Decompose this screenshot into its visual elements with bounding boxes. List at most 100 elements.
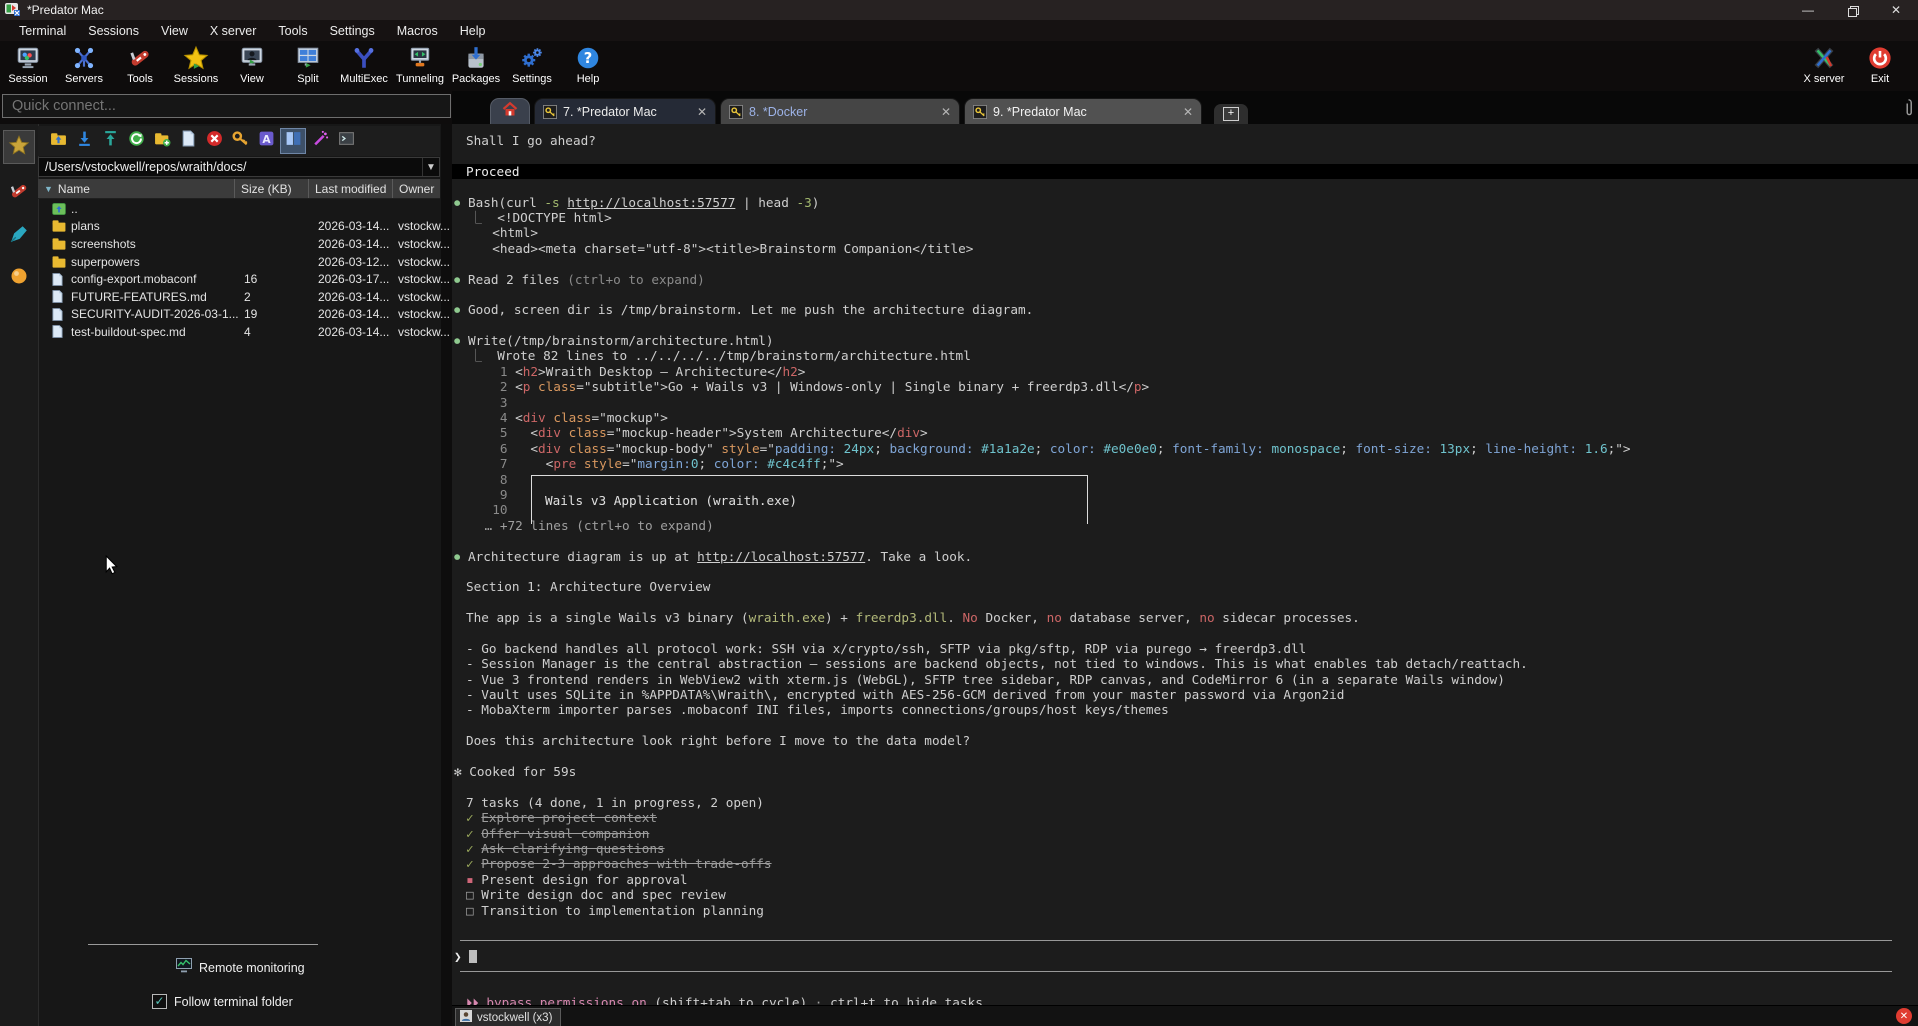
menu-item-tools[interactable]: Tools [267,20,318,41]
quick-connect-input[interactable] [2,94,451,118]
tab-close-icon[interactable]: ✕ [927,105,951,119]
wand-button[interactable] [308,129,332,153]
restore-icon [1848,6,1857,15]
file-row-test-buildout-spec-md[interactable]: test-buildout-spec.md42026-03-14...vstoc… [38,323,440,341]
toolbar-servers-button[interactable]: Servers [56,41,112,91]
file-size: 19 [244,307,257,321]
menu-item-macros[interactable]: Macros [386,20,449,41]
maximize-button[interactable] [1830,0,1874,20]
terminal-small-button[interactable] [334,129,358,153]
follow-terminal-folder-item[interactable]: ✓ Follow terminal folder [152,994,293,1009]
file-row-security-audit-2026-03-1-[interactable]: SECURITY-AUDIT-2026-03-1...192026-03-14.… [38,306,440,324]
sidebar-item-tools[interactable] [8,180,30,207]
toolbar-packages-button[interactable]: Packages [448,41,504,91]
terminal-line: ⏺ Architecture diagram is up at http://l… [452,549,1918,564]
file-row-config-export-mobaconf[interactable]: config-export.mobaconf162026-03-17...vst… [38,270,440,288]
paperclip-icon[interactable] [1903,98,1914,123]
file-size: 2 [244,290,251,304]
toolbar-exit-button[interactable]: Exit [1852,41,1908,91]
file-row-future-features-md[interactable]: FUTURE-FEATURES.md22026-03-14...vstockw.… [38,288,440,306]
terminal-line [452,287,1918,302]
file-row-screenshots[interactable]: screenshots2026-03-14...vstockw... [38,235,440,253]
toolbar-tools-button[interactable]: Tools [112,41,168,91]
tab-8-docker[interactable]: 8. *Docker✕ [720,98,960,124]
tab-9-predator-mac[interactable]: 9. *Predator Mac✕ [964,98,1202,124]
file-row--[interactable]: .. [38,200,440,218]
refresh-button[interactable] [124,129,148,153]
tab-7-predator-mac[interactable]: 7. *Predator Mac✕ [534,98,716,124]
terminal-pane[interactable]: Shall I go ahead?Proceed⏺ Bash(curl -s h… [452,124,1918,1005]
toolbar-sessions-button[interactable]: Sessions [168,41,224,91]
column-header-size[interactable]: Size (KB) [234,179,308,198]
remote-monitoring-item[interactable]: Remote monitoring [176,958,305,978]
file-row-plans[interactable]: plans2026-03-14...vstockw... [38,218,440,236]
terminal-line [452,318,1918,333]
column-header-modified[interactable]: Last modified [308,179,392,198]
key-icon [543,105,557,119]
terminal-line: ✓ Explore project context [452,810,1918,825]
menu-item-settings[interactable]: Settings [319,20,386,41]
toolbar-view-button[interactable]: View [224,41,280,91]
follow-terminal-checkbox[interactable]: ✓ [152,994,167,1009]
remote-monitoring-icon [176,958,192,978]
terminal-line [452,718,1918,733]
terminal-line [452,533,1918,548]
file-owner: vstockw... [398,307,450,321]
minimize-button[interactable]: — [1786,0,1830,20]
up-dir-icon [52,203,66,215]
delete-button[interactable] [202,129,226,153]
terminal-line: - Session Manager is the central abstrac… [452,656,1918,671]
toolbar-label-settings: Settings [512,73,552,85]
path-input[interactable] [39,159,422,175]
download-button[interactable] [72,129,96,153]
toolbar-session-button[interactable]: Session [0,41,56,91]
terminal-line [452,979,1918,994]
alert-close-icon[interactable]: ✕ [1896,1008,1912,1024]
menu-item-terminal[interactable]: Terminal [8,20,77,41]
terminal-line: 7 tasks (4 done, 1 in progress, 2 open) [452,795,1918,810]
new-tab-button[interactable]: + [1214,104,1248,124]
column-header-owner[interactable]: Owner [392,179,440,198]
new-file-icon [180,130,197,152]
text-editor-button[interactable]: A [254,129,278,153]
refresh-icon [128,130,145,152]
toolbar-help-button[interactable]: ?Help [560,41,616,91]
terminal-line [452,626,1918,641]
menu-item-help[interactable]: Help [449,20,497,41]
sidebar-item-status[interactable] [9,266,29,291]
file-modified: 2026-03-14... [318,290,389,304]
tab-home[interactable] [490,98,530,124]
terminal-line: Does this architecture look right before… [452,733,1918,748]
new-folder-button[interactable] [150,129,174,153]
tab-close-icon[interactable]: ✕ [683,105,707,119]
toolbar-settings-button[interactable]: Settings [504,41,560,91]
terminal-line: <head><meta charset="utf-8"><title>Brain… [452,241,1918,256]
menu-item-view[interactable]: View [150,20,199,41]
text-editor-icon: A [258,130,275,152]
close-button[interactable]: ✕ [1874,0,1918,20]
go-up-folder-button[interactable] [46,129,70,153]
toolbar-label-tools: Tools [127,73,153,85]
file-row-superpowers[interactable]: superpowers2026-03-12...vstockw... [38,253,440,271]
toolbar-multiexec-button[interactable]: MultiExec [336,41,392,91]
tab-close-icon[interactable]: ✕ [1169,105,1193,119]
upload-button[interactable] [98,129,122,153]
menu-item-x-server[interactable]: X server [199,20,268,41]
menu-item-sessions[interactable]: Sessions [77,20,150,41]
new-file-button[interactable] [176,129,200,153]
session-bottom-tab[interactable]: vstockwell (x3) [455,1008,561,1026]
exit-icon [1867,44,1893,72]
path-bar: ▼ [38,157,440,177]
path-dropdown-button[interactable]: ▼ [422,158,439,176]
mobaxterm-window: *Predator Mac — ✕ TerminalSessionsViewX … [0,0,1918,1026]
column-header-name[interactable]: ▼Name [38,179,234,198]
toolbar-split-button[interactable]: Split [280,41,336,91]
toolbar-tunneling-button[interactable]: Tunneling [392,41,448,91]
key-icon [232,130,249,152]
go-up-folder-icon [50,130,67,152]
toolbar-x-server-button[interactable]: X server [1796,41,1852,91]
sidebar-item-favorites[interactable] [3,130,35,164]
sidebar-item-macros[interactable] [8,223,30,250]
split-view-button[interactable] [280,128,306,154]
key-button[interactable] [228,129,252,153]
